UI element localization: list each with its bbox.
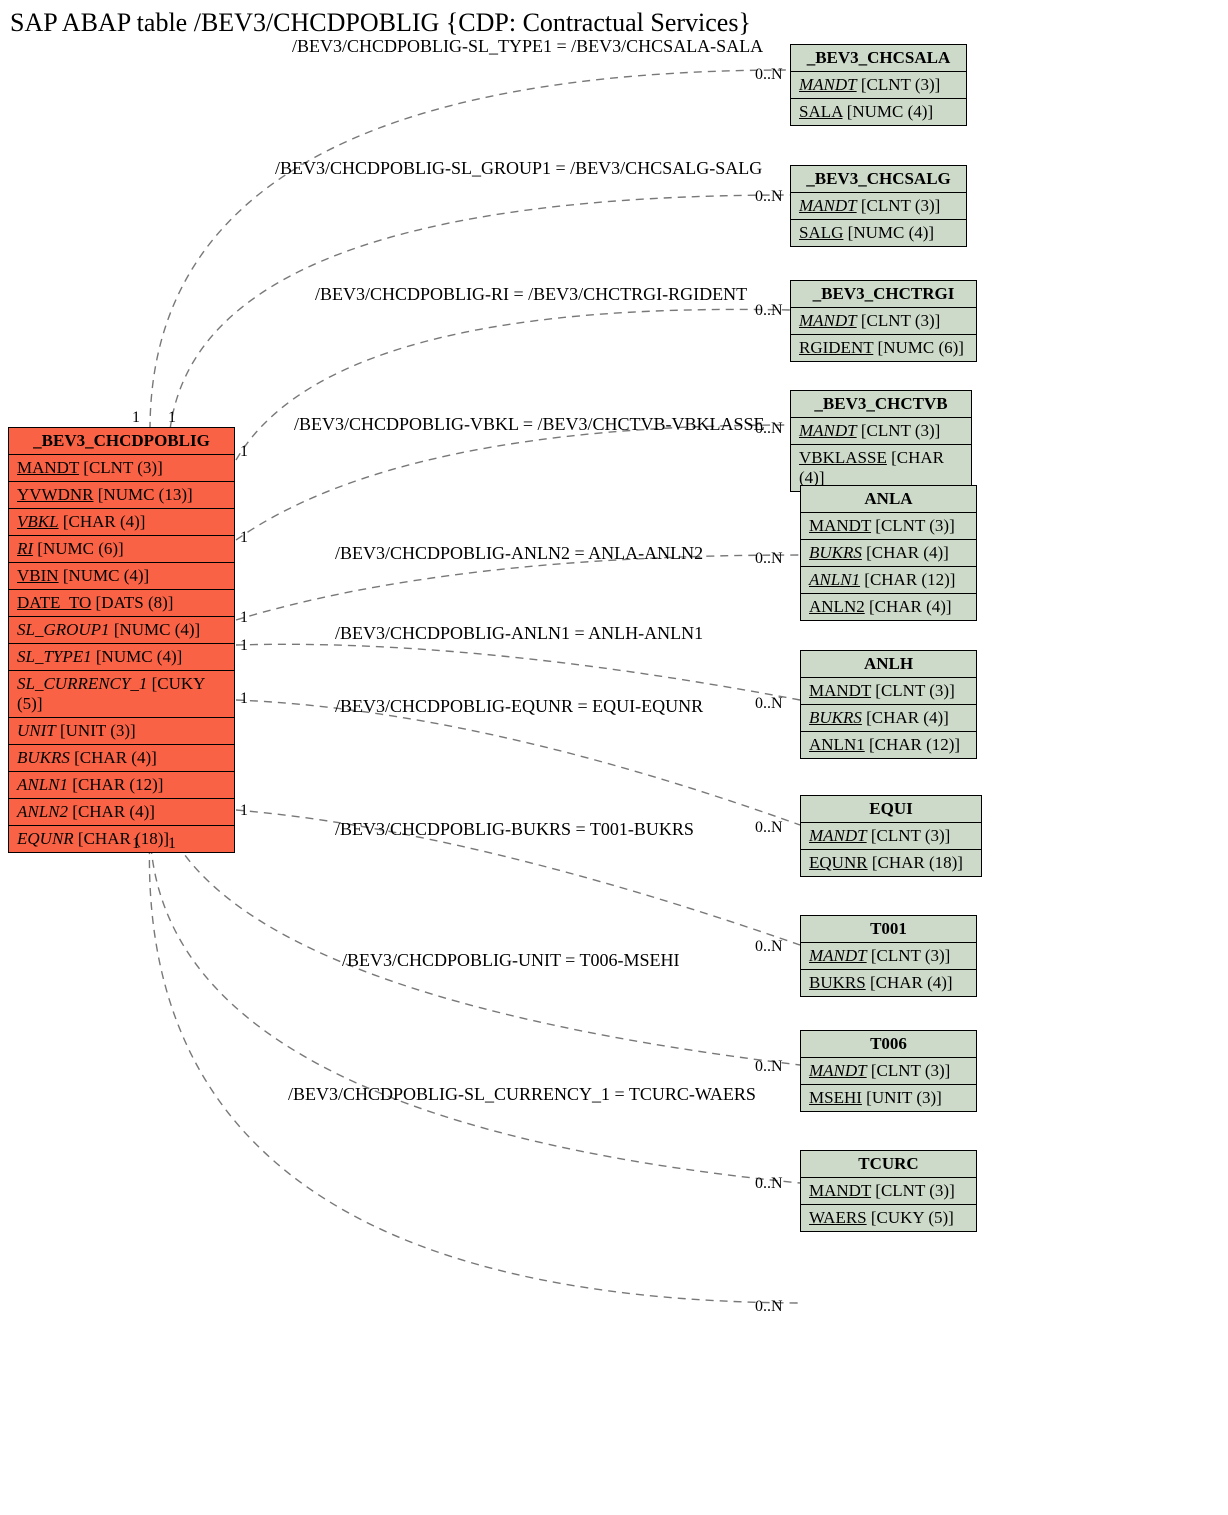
cardinality-right: 0..N bbox=[755, 550, 783, 568]
field-row: SL_GROUP1 [NUMC (4)] bbox=[9, 617, 234, 644]
field-row: MANDT [CLNT (3)] bbox=[801, 678, 976, 705]
field-row: BUKRS [CHAR (4)] bbox=[801, 540, 976, 567]
cardinality-left: 1 bbox=[240, 529, 248, 547]
field-row: ANLN1 [CHAR (12)] bbox=[9, 772, 234, 799]
entity-ref: T001MANDT [CLNT (3)]BUKRS [CHAR (4)] bbox=[800, 915, 977, 997]
field-row: ANLN1 [CHAR (12)] bbox=[801, 732, 976, 758]
entity-ref-header: _BEV3_CHCTVB bbox=[791, 391, 971, 418]
field-row: RI [NUMC (6)] bbox=[9, 536, 234, 563]
field-row: RGIDENT [NUMC (6)] bbox=[791, 335, 976, 361]
field-row: EQUNR [CHAR (18)] bbox=[9, 826, 234, 852]
field-row: VBIN [NUMC (4)] bbox=[9, 563, 234, 590]
field-row: MANDT [CLNT (3)] bbox=[801, 1058, 976, 1085]
cardinality-right: 0..N bbox=[755, 66, 783, 84]
entity-ref: _BEV3_CHCTRGIMANDT [CLNT (3)]RGIDENT [NU… bbox=[790, 280, 977, 362]
diagram-title: SAP ABAP table /BEV3/CHCDPOBLIG {CDP: Co… bbox=[10, 8, 751, 38]
cardinality-right: 0..N bbox=[755, 1298, 783, 1316]
field-row: UNIT [UNIT (3)] bbox=[9, 718, 234, 745]
entity-ref-header: T001 bbox=[801, 916, 976, 943]
entity-ref-header: ANLA bbox=[801, 486, 976, 513]
field-row: MANDT [CLNT (3)] bbox=[791, 308, 976, 335]
entity-ref-header: _BEV3_CHCTRGI bbox=[791, 281, 976, 308]
entity-ref-header: _BEV3_CHCSALG bbox=[791, 166, 966, 193]
relation-label: /BEV3/CHCDPOBLIG-RI = /BEV3/CHCTRGI-RGID… bbox=[315, 284, 747, 305]
cardinality-left: 1 bbox=[168, 835, 176, 853]
field-row: ANLN2 [CHAR (4)] bbox=[801, 594, 976, 620]
field-row: MANDT [CLNT (3)] bbox=[791, 418, 971, 445]
cardinality-right: 0..N bbox=[755, 302, 783, 320]
field-row: WAERS [CUKY (5)] bbox=[801, 1205, 976, 1231]
entity-ref: TCURCMANDT [CLNT (3)]WAERS [CUKY (5)] bbox=[800, 1150, 977, 1232]
entity-main: _BEV3_CHCDPOBLIG MANDT [CLNT (3)]YVWDNR … bbox=[8, 427, 235, 853]
relation-label: /BEV3/CHCDPOBLIG-VBKL = /BEV3/CHCTVB-VBK… bbox=[294, 414, 765, 435]
entity-ref: ANLHMANDT [CLNT (3)]BUKRS [CHAR (4)]ANLN… bbox=[800, 650, 977, 759]
relation-label: /BEV3/CHCDPOBLIG-SL_TYPE1 = /BEV3/CHCSAL… bbox=[292, 36, 763, 57]
entity-ref: _BEV3_CHCTVBMANDT [CLNT (3)]VBKLASSE [CH… bbox=[790, 390, 972, 492]
cardinality-left: 1 bbox=[168, 409, 176, 427]
field-row: MANDT [CLNT (3)] bbox=[801, 823, 981, 850]
field-row: ANLN1 [CHAR (12)] bbox=[801, 567, 976, 594]
field-row: BUKRS [CHAR (4)] bbox=[801, 970, 976, 996]
entity-ref: ANLAMANDT [CLNT (3)]BUKRS [CHAR (4)]ANLN… bbox=[800, 485, 977, 621]
field-row: BUKRS [CHAR (4)] bbox=[801, 705, 976, 732]
field-row: MANDT [CLNT (3)] bbox=[9, 455, 234, 482]
relation-label: /BEV3/CHCDPOBLIG-EQUNR = EQUI-EQUNR bbox=[335, 696, 703, 717]
entity-ref: _BEV3_CHCSALGMANDT [CLNT (3)]SALG [NUMC … bbox=[790, 165, 967, 247]
cardinality-right: 0..N bbox=[755, 188, 783, 206]
field-row: MANDT [CLNT (3)] bbox=[801, 513, 976, 540]
field-row: ANLN2 [CHAR (4)] bbox=[9, 799, 234, 826]
field-row: YVWDNR [NUMC (13)] bbox=[9, 482, 234, 509]
relation-label: /BEV3/CHCDPOBLIG-BUKRS = T001-BUKRS bbox=[335, 819, 694, 840]
field-row: SALA [NUMC (4)] bbox=[791, 99, 966, 125]
entity-ref-header: _BEV3_CHCSALA bbox=[791, 45, 966, 72]
field-row: SL_CURRENCY_1 [CUKY (5)] bbox=[9, 671, 234, 718]
cardinality-right: 0..N bbox=[755, 1058, 783, 1076]
entity-main-header: _BEV3_CHCDPOBLIG bbox=[9, 428, 234, 455]
cardinality-left: 1 bbox=[240, 802, 248, 820]
field-row: MANDT [CLNT (3)] bbox=[801, 1178, 976, 1205]
relation-label: /BEV3/CHCDPOBLIG-SL_GROUP1 = /BEV3/CHCSA… bbox=[275, 158, 762, 179]
cardinality-right: 0..N bbox=[755, 938, 783, 956]
entity-ref: EQUIMANDT [CLNT (3)]EQUNR [CHAR (18)] bbox=[800, 795, 982, 877]
entity-ref-header: TCURC bbox=[801, 1151, 976, 1178]
cardinality-right: 0..N bbox=[755, 819, 783, 837]
entity-ref: T006MANDT [CLNT (3)]MSEHI [UNIT (3)] bbox=[800, 1030, 977, 1112]
field-row: EQUNR [CHAR (18)] bbox=[801, 850, 981, 876]
field-row: SALG [NUMC (4)] bbox=[791, 220, 966, 246]
relation-label: /BEV3/CHCDPOBLIG-ANLN2 = ANLA-ANLN2 bbox=[335, 543, 703, 564]
cardinality-right: 0..N bbox=[755, 420, 783, 438]
relation-label: /BEV3/CHCDPOBLIG-SL_CURRENCY_1 = TCURC-W… bbox=[288, 1084, 756, 1105]
cardinality-left: 1 bbox=[240, 690, 248, 708]
entity-ref-header: T006 bbox=[801, 1031, 976, 1058]
field-row: SL_TYPE1 [NUMC (4)] bbox=[9, 644, 234, 671]
cardinality-left: 1 bbox=[240, 637, 248, 655]
entity-ref-header: EQUI bbox=[801, 796, 981, 823]
cardinality-left: 1 bbox=[132, 835, 140, 853]
field-row: MANDT [CLNT (3)] bbox=[791, 72, 966, 99]
cardinality-left: 1 bbox=[240, 609, 248, 627]
field-row: BUKRS [CHAR (4)] bbox=[9, 745, 234, 772]
field-row: VBKL [CHAR (4)] bbox=[9, 509, 234, 536]
cardinality-right: 0..N bbox=[755, 695, 783, 713]
relation-label: /BEV3/CHCDPOBLIG-UNIT = T006-MSEHI bbox=[342, 950, 680, 971]
field-row: MANDT [CLNT (3)] bbox=[801, 943, 976, 970]
cardinality-right: 0..N bbox=[755, 1175, 783, 1193]
entity-ref: _BEV3_CHCSALAMANDT [CLNT (3)]SALA [NUMC … bbox=[790, 44, 967, 126]
cardinality-left: 1 bbox=[132, 409, 140, 427]
cardinality-left: 1 bbox=[240, 443, 248, 461]
field-row: DATE_TO [DATS (8)] bbox=[9, 590, 234, 617]
field-row: MSEHI [UNIT (3)] bbox=[801, 1085, 976, 1111]
field-row: MANDT [CLNT (3)] bbox=[791, 193, 966, 220]
relation-label: /BEV3/CHCDPOBLIG-ANLN1 = ANLH-ANLN1 bbox=[335, 623, 703, 644]
entity-ref-header: ANLH bbox=[801, 651, 976, 678]
